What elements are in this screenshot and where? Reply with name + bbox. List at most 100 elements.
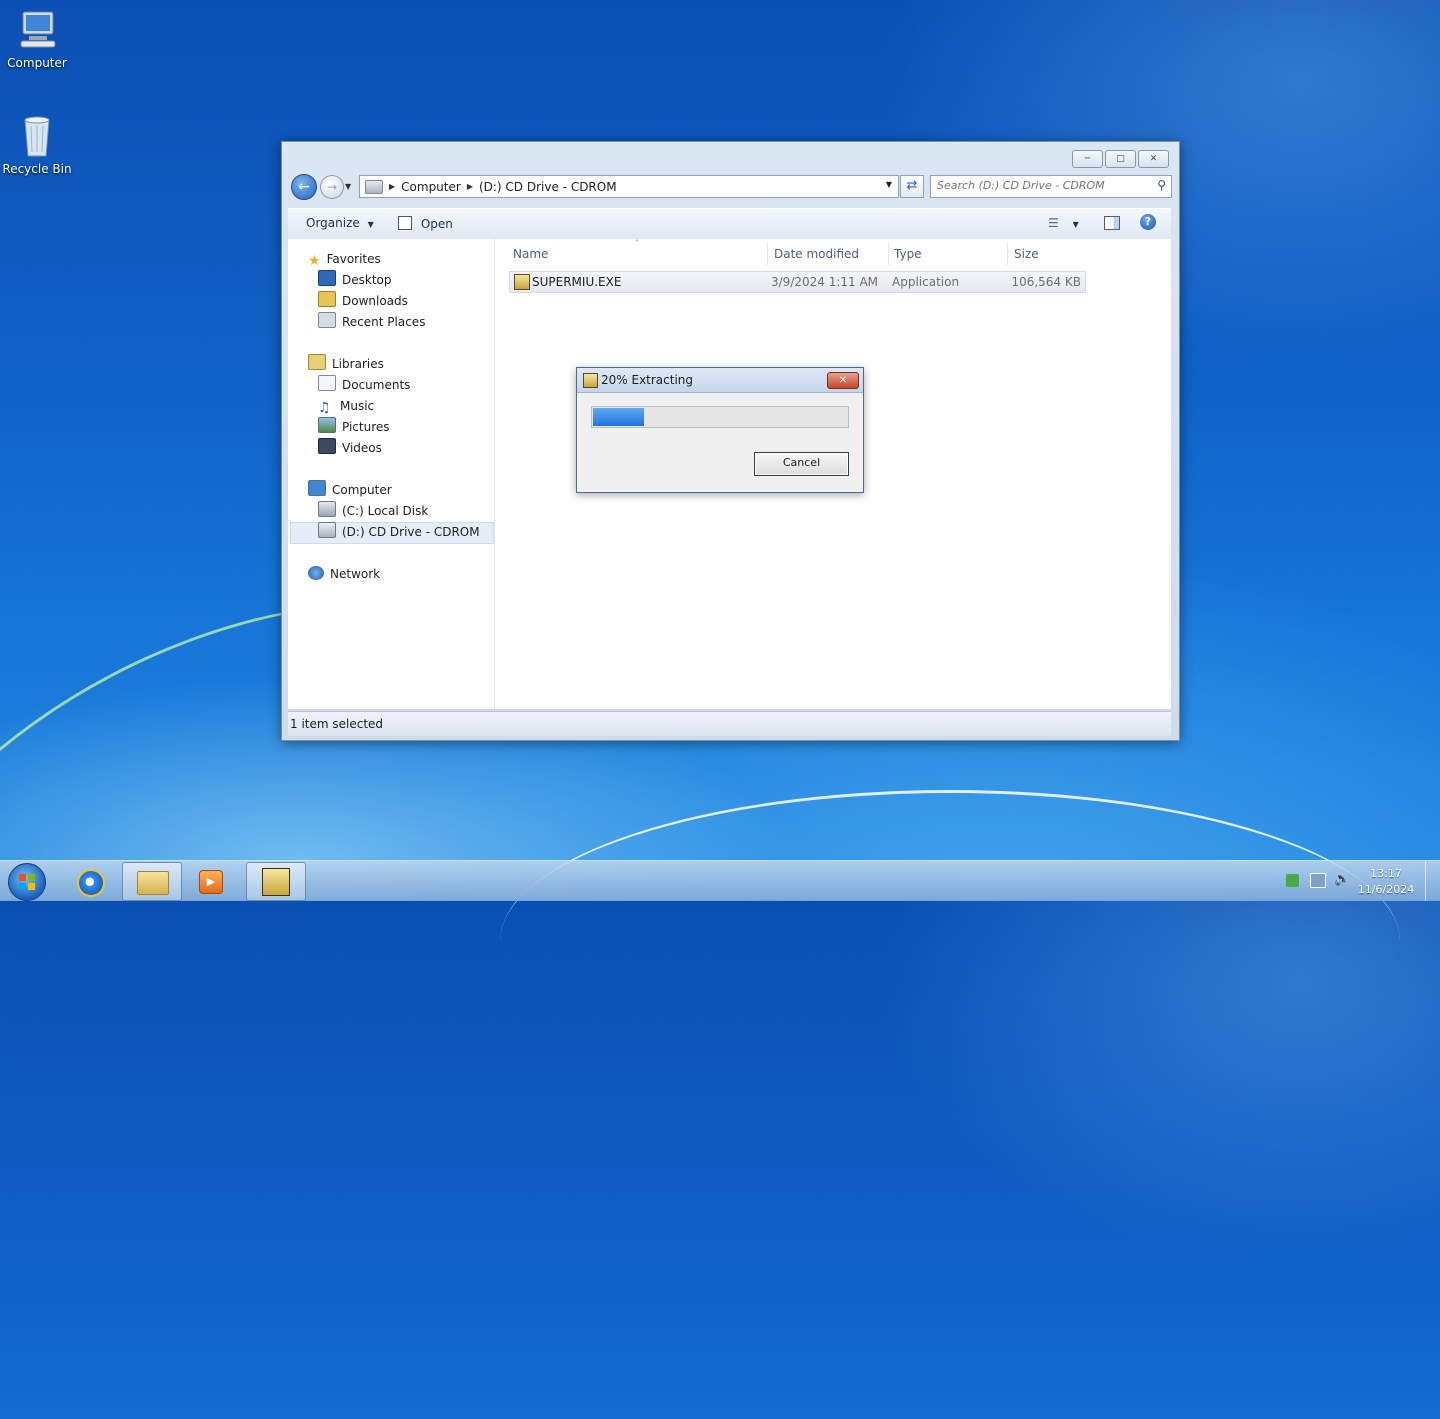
application-icon xyxy=(514,274,530,290)
nav-music[interactable]: ♫ Music xyxy=(318,396,374,416)
volume-muted-icon[interactable]: 🔈 xyxy=(1334,872,1350,887)
organize-button[interactable]: Organize ▼ xyxy=(306,216,374,230)
column-header-type[interactable]: Type xyxy=(894,247,922,261)
nav-local-disk[interactable]: (C:) Local Disk xyxy=(318,501,428,521)
wallpaper-swoosh xyxy=(500,790,1400,1093)
progress-fill xyxy=(593,408,644,426)
search-box[interactable]: ⚲ xyxy=(930,175,1172,198)
change-view-button[interactable]: ☰ ▼ xyxy=(1048,216,1079,230)
forward-button[interactable]: → xyxy=(320,175,344,199)
minimize-button[interactable]: ─ xyxy=(1072,150,1103,168)
windows-logo-icon xyxy=(19,874,35,890)
dialog-titlebar[interactable]: 20% Extracting ✕ xyxy=(577,368,863,393)
open-icon xyxy=(398,216,412,230)
desktop-icon-label: Recycle Bin xyxy=(2,162,72,176)
clock-date: 11/6/2024 xyxy=(1357,883,1415,896)
cd-drive-icon xyxy=(318,522,336,538)
network-icon xyxy=(308,566,324,580)
preview-pane-button[interactable] xyxy=(1104,216,1120,233)
address-dropdown-icon[interactable]: ▼ xyxy=(886,180,892,189)
file-type: Application xyxy=(892,275,960,289)
column-header-name[interactable]: Name xyxy=(513,247,548,261)
progress-bar xyxy=(591,406,849,428)
taskbar-media-player[interactable]: ▶ xyxy=(182,862,240,899)
nav-network[interactable]: Network xyxy=(308,564,380,584)
navigation-pane: ★ Favorites Desktop Downloads Recent Plac… xyxy=(288,239,495,709)
recent-pages-dropdown[interactable]: ▼ xyxy=(345,182,351,191)
nav-videos[interactable]: Videos xyxy=(318,438,382,458)
clock[interactable]: 13:17 11/6/2024 xyxy=(1356,866,1416,898)
nav-label: Libraries xyxy=(332,357,384,371)
taskbar-extractor[interactable] xyxy=(246,862,306,901)
nav-favorites[interactable]: ★ Favorites xyxy=(308,249,381,269)
window-controls: ─ □ ✕ xyxy=(1072,150,1169,168)
view-icon: ☰ xyxy=(1048,216,1059,230)
nav-libraries[interactable]: Libraries xyxy=(308,354,384,374)
nav-label: Downloads xyxy=(342,294,408,308)
search-input[interactable] xyxy=(931,176,1153,195)
nav-desktop[interactable]: Desktop xyxy=(318,270,392,290)
nav-label: (D:) CD Drive - CDROM xyxy=(342,525,480,539)
close-button[interactable]: ✕ xyxy=(1138,150,1169,168)
nav-documents[interactable]: Documents xyxy=(318,375,410,395)
taskbar-internet-explorer[interactable] xyxy=(60,862,118,899)
file-size: 106,564 KB xyxy=(1011,275,1081,289)
desktop-icon-recycle-bin[interactable]: Recycle Bin xyxy=(0,114,74,176)
extract-dialog: 20% Extracting ✕ Cancel xyxy=(576,367,864,493)
nav-label: Videos xyxy=(342,441,382,455)
help-button[interactable]: ? xyxy=(1140,214,1156,230)
recycle-bin-icon xyxy=(15,114,59,158)
nav-pictures[interactable]: Pictures xyxy=(318,417,390,437)
nav-recent-places[interactable]: Recent Places xyxy=(318,312,425,332)
column-header-size[interactable]: Size xyxy=(1014,247,1039,261)
status-text: 1 item selected xyxy=(290,717,384,731)
open-label: Open xyxy=(420,217,453,231)
breadcrumb-arrow-icon[interactable]: ▶ xyxy=(467,182,473,191)
preview-pane-icon xyxy=(1104,216,1120,230)
search-icon[interactable]: ⚲ xyxy=(1157,178,1166,192)
cd-drive-icon xyxy=(365,179,383,194)
folder-icon xyxy=(137,871,169,895)
taskbar-windows-explorer[interactable] xyxy=(122,862,182,901)
back-button[interactable]: ← xyxy=(291,174,317,200)
desktop-icon-computer[interactable]: Computer xyxy=(0,8,74,70)
dialog-title: 20% Extracting xyxy=(601,373,694,387)
breadcrumb-cd-drive[interactable]: (D:) CD Drive - CDROM xyxy=(479,180,617,194)
breadcrumb-arrow-icon[interactable]: ▶ xyxy=(389,182,395,191)
status-bar: 1 item selected xyxy=(288,711,1171,736)
media-player-icon: ▶ xyxy=(199,870,223,894)
desktop-icon-label: Computer xyxy=(7,56,67,70)
nav-label: Recent Places xyxy=(342,315,426,329)
nav-label: (C:) Local Disk xyxy=(342,504,429,518)
address-bar[interactable]: ▶ Computer ▶ (D:) CD Drive - CDROM ▼ xyxy=(359,175,899,198)
file-row[interactable]: SUPERMIU.EXE 3/9/2024 1:11 AM Applicatio… xyxy=(509,271,1086,293)
action-center-icon[interactable] xyxy=(1286,874,1299,887)
column-separator xyxy=(767,243,768,265)
open-button[interactable]: Open xyxy=(398,216,453,231)
maximize-button[interactable]: □ xyxy=(1105,150,1136,168)
dialog-close-button[interactable]: ✕ xyxy=(827,372,859,389)
local-disk-icon xyxy=(318,501,336,517)
cancel-button[interactable]: Cancel xyxy=(754,452,849,476)
breadcrumb-computer[interactable]: Computer xyxy=(401,180,461,194)
internet-explorer-icon xyxy=(77,869,105,897)
computer-icon xyxy=(15,8,59,52)
nav-label: Desktop xyxy=(342,273,392,287)
column-separator xyxy=(1007,243,1008,265)
taskbar: ▶ 🔈 13:17 11/6/2024 xyxy=(0,860,1440,901)
nav-label: Music xyxy=(340,399,375,413)
column-header-date[interactable]: Date modified xyxy=(774,247,859,261)
system-tray: 🔈 13:17 11/6/2024 xyxy=(1270,861,1440,901)
nav-computer[interactable]: Computer xyxy=(308,480,392,500)
nav-cd-drive[interactable]: (D:) CD Drive - CDROM xyxy=(318,522,480,542)
nav-label: Documents xyxy=(342,378,411,392)
chevron-down-icon: ▼ xyxy=(1072,220,1079,229)
refresh-button[interactable]: ⇄ xyxy=(900,175,924,198)
show-desktop-button[interactable] xyxy=(1425,861,1440,901)
help-icon: ? xyxy=(1140,214,1156,230)
nav-downloads[interactable]: Downloads xyxy=(318,291,408,311)
network-icon[interactable] xyxy=(1310,873,1326,888)
file-date: 3/9/2024 1:11 AM xyxy=(771,275,879,289)
computer-icon xyxy=(308,480,326,496)
start-button[interactable] xyxy=(8,863,46,901)
